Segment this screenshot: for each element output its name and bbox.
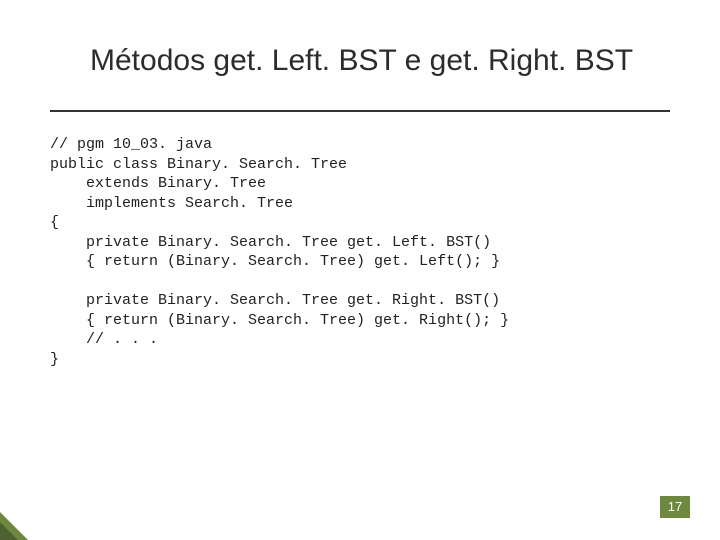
slide-title: Métodos get. Left. BST e get. Right. BST bbox=[90, 44, 680, 78]
page-number: 17 bbox=[660, 496, 690, 518]
corner-accent-inner bbox=[0, 522, 18, 540]
slide: Métodos get. Left. BST e get. Right. BST… bbox=[0, 0, 720, 540]
code-block: // pgm 10_03. java public class Binary. … bbox=[50, 135, 670, 369]
title-underline bbox=[50, 110, 670, 112]
